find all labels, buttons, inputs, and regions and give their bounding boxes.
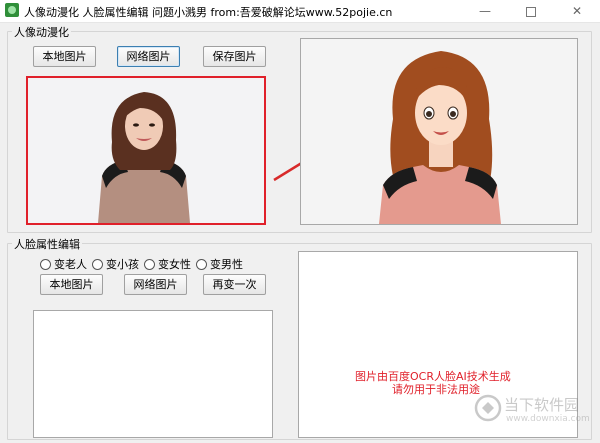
face-group-label: 人脸属性编辑 (12, 236, 82, 252)
watermark-logo-icon (474, 394, 502, 422)
title-bar: 人像动漫化 人脸属性编辑 问题小溅男 from:吾爱破解论坛www.52poji… (0, 0, 600, 23)
maximize-button[interactable] (508, 0, 554, 22)
anime-network-image-button[interactable]: 网络图片 (117, 46, 180, 67)
watermark-url: www.downxia.com (506, 414, 590, 424)
watermark-title: 当下软件园 (504, 396, 580, 414)
face-source-image-panel (33, 310, 273, 438)
face-local-image-button[interactable]: 本地图片 (40, 274, 103, 295)
radio-male-label: 变男性 (210, 258, 243, 271)
radio-female[interactable]: 变女性 (144, 256, 191, 272)
radio-female-label: 变女性 (158, 258, 191, 271)
anime-result-image (301, 39, 577, 224)
minimize-button[interactable]: — (462, 0, 508, 22)
app-icon (5, 3, 19, 17)
window-title: 人像动漫化 人脸属性编辑 问题小溅男 from:吾爱破解论坛www.52poji… (24, 6, 393, 19)
source-portrait-image (28, 78, 264, 223)
site-watermark: 当下软件园 www.downxia.com (470, 390, 600, 440)
radio-male[interactable]: 变男性 (196, 256, 243, 272)
radio-circle-icon (40, 258, 51, 270)
radio-circle-icon (144, 258, 155, 270)
close-button[interactable]: ✕ (554, 0, 600, 22)
anime-save-image-button[interactable]: 保存图片 (203, 46, 266, 67)
minimize-icon: — (479, 4, 491, 18)
close-icon: ✕ (571, 4, 583, 18)
radio-old-label: 变老人 (54, 258, 87, 271)
radio-old[interactable]: 变老人 (40, 256, 87, 272)
notice-line-2: 请勿用于非法用途 (392, 383, 480, 396)
radio-circle-icon (196, 258, 207, 270)
face-again-button[interactable]: 再变一次 (203, 274, 266, 295)
radio-child-label: 变小孩 (106, 258, 139, 271)
radio-circle-icon (92, 258, 103, 270)
anime-group-label: 人像动漫化 (12, 24, 71, 40)
anime-local-image-button[interactable]: 本地图片 (33, 46, 96, 67)
anime-result-image-panel (300, 38, 578, 225)
maximize-icon (526, 7, 536, 17)
radio-child[interactable]: 变小孩 (92, 256, 139, 272)
face-network-image-button[interactable]: 网络图片 (124, 274, 187, 295)
anime-source-image-panel (26, 76, 266, 225)
